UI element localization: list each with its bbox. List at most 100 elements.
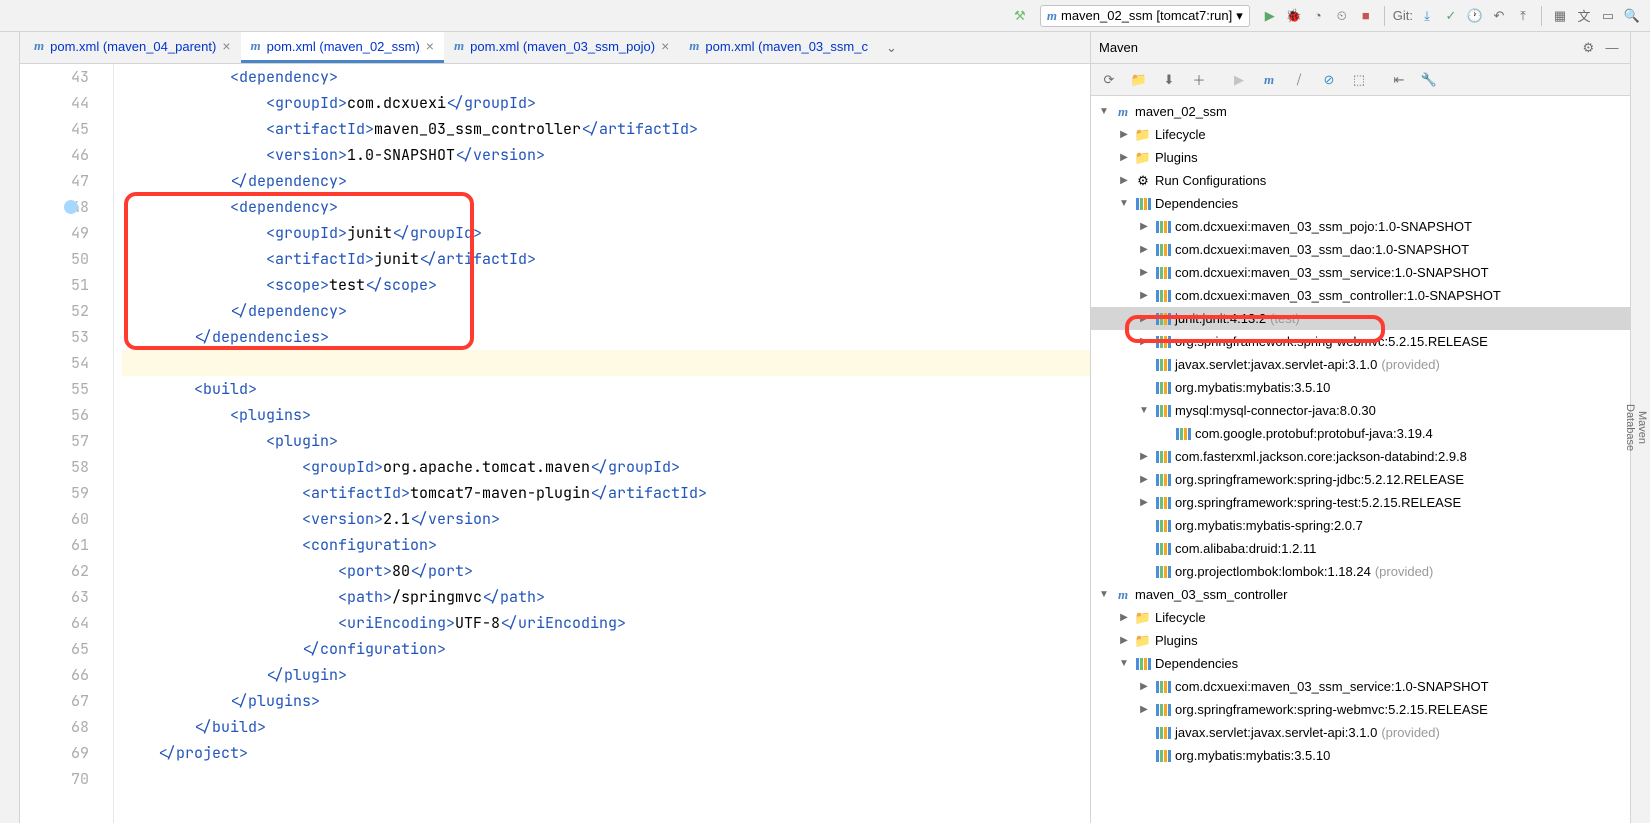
code-line[interactable]: <groupId>org.apache.tomcat.maven</groupI… [122,454,1090,480]
code-line[interactable]: <artifactId>maven_03_ssm_controller</art… [122,116,1090,142]
git-pull-icon[interactable]: ⤓ [1417,6,1437,26]
chevron-right-icon[interactable]: ▶ [1137,451,1151,462]
chevron-right-icon[interactable]: ▶ [1137,221,1151,232]
code-line[interactable]: <groupId>com.dcxuexi</groupId> [122,90,1090,116]
structure-icon[interactable]: ▦ [1550,6,1570,26]
code-line[interactable]: </project> [122,740,1090,766]
maven-tree-row[interactable]: ▼mmaven_03_ssm_controller [1091,583,1630,606]
close-tab-icon[interactable]: × [661,38,669,54]
code-line[interactable]: </dependencies> [122,324,1090,350]
add-icon[interactable]: ＋ [1189,70,1209,90]
coverage-icon[interactable]: ◔ [1308,6,1328,26]
chevron-right-icon[interactable]: ▶ [1137,497,1151,508]
chevron-right-icon[interactable]: ▶ [1137,244,1151,255]
maven-tree-row[interactable]: ▼Dependencies [1091,652,1630,675]
run-maven-icon[interactable]: ▶ [1229,70,1249,90]
code-line[interactable]: <build> [122,376,1090,402]
maven-settings-icon[interactable]: 🔧 [1419,70,1439,90]
code-line[interactable]: <plugin> [122,428,1090,454]
maven-tree-row[interactable]: ▶com.fasterxml.jackson.core:jackson-data… [1091,445,1630,468]
chevron-right-icon[interactable]: ▶ [1137,474,1151,485]
maven-tree-row[interactable]: org.mybatis:mybatis-spring:2.0.7 [1091,514,1630,537]
maven-tree-row[interactable]: ▶junit:junit:4.13.2 (test) [1091,307,1630,330]
maven-tree-row[interactable]: org.mybatis:mybatis:3.5.10 [1091,376,1630,399]
maven-tree-row[interactable]: ▼mysql:mysql-connector-java:8.0.30 [1091,399,1630,422]
search-icon[interactable]: 🔍 [1622,6,1642,26]
download-sources-icon[interactable]: ⬇ [1159,70,1179,90]
code-line[interactable]: <path>/springmvc</path> [122,584,1090,610]
tabs-overflow-icon[interactable]: ⌄ [878,32,905,63]
maven-tree-row[interactable]: ▶📁Lifecycle [1091,606,1630,629]
right-tool-strip[interactable]: MavenDatabase [1630,32,1650,823]
code-line[interactable]: </configuration> [122,636,1090,662]
maven-tree-row[interactable]: ▶org.springframework:spring-webmvc:5.2.1… [1091,698,1630,721]
maven-tree[interactable]: ▼mmaven_02_ssm▶📁Lifecycle▶📁Plugins▶⚙Run … [1091,96,1630,823]
hammer-icon[interactable]: ⚒ [1010,6,1030,26]
editor-tab[interactable]: mpom.xml (maven_02_ssm)× [241,32,444,63]
code-line[interactable]: <uriEncoding>UTF-8</uriEncoding> [122,610,1090,636]
chevron-right-icon[interactable]: ▶ [1137,681,1151,692]
code-area[interactable]: 4344454647484950515253545556575859606162… [20,64,1090,823]
generate-sources-icon[interactable]: 📁 [1129,70,1149,90]
maven-tree-row[interactable]: ▶⚙Run Configurations [1091,169,1630,192]
code-line[interactable]: <artifactId>junit</artifactId> [122,246,1090,272]
reload-icon[interactable]: ⟳ [1099,70,1119,90]
show-dependencies-icon[interactable]: ⬚ [1349,70,1369,90]
chevron-right-icon[interactable]: ▶ [1137,704,1151,715]
maven-tree-row[interactable]: ▶org.springframework:spring-jdbc:5.2.12.… [1091,468,1630,491]
minimize-icon[interactable]: — [1602,37,1622,57]
maven-tree-row[interactable]: com.google.protobuf:protobuf-java:3.19.4 [1091,422,1630,445]
chevron-down-icon[interactable]: ▼ [1117,198,1131,209]
code-line[interactable]: <dependency> [122,64,1090,90]
maven-tree-row[interactable]: ▶org.springframework:spring-webmvc:5.2.1… [1091,330,1630,353]
maven-tree-row[interactable]: ▼Dependencies [1091,192,1630,215]
git-rollback-icon[interactable]: ↶ [1489,6,1509,26]
run-config-selector[interactable]: m maven_02_ssm [tomcat7:run] ▾ [1040,5,1250,27]
code-line[interactable]: </dependency> [122,298,1090,324]
close-tab-icon[interactable]: × [426,38,434,54]
editor-tab[interactable]: mpom.xml (maven_03_ssm_c [679,32,878,63]
code-line[interactable] [122,350,1090,376]
profile-icon[interactable]: ⏲ [1332,6,1352,26]
chevron-down-icon[interactable]: ▼ [1097,106,1111,117]
code-line[interactable]: </plugin> [122,662,1090,688]
maven-tree-row[interactable]: javax.servlet:javax.servlet-api:3.1.0 (p… [1091,353,1630,376]
run-icon[interactable]: ▶ [1260,6,1280,26]
chevron-right-icon[interactable]: ▶ [1137,336,1151,347]
code-line[interactable]: <port>80</port> [122,558,1090,584]
presentation-icon[interactable]: ▭ [1598,6,1618,26]
code-line[interactable] [122,766,1090,792]
maven-tree-row[interactable]: ▶com.dcxuexi:maven_03_ssm_service:1.0-SN… [1091,261,1630,284]
tool-window-tab[interactable]: Maven [1636,42,1648,813]
chevron-down-icon[interactable]: ▼ [1097,589,1111,600]
execute-goal-icon[interactable]: m [1259,70,1279,90]
close-tab-icon[interactable]: × [222,38,230,54]
maven-tree-row[interactable]: ▶org.springframework:spring-test:5.2.15.… [1091,491,1630,514]
maven-tree-row[interactable]: ▶📁Plugins [1091,629,1630,652]
maven-tree-row[interactable]: org.mybatis:mybatis:3.5.10 [1091,744,1630,767]
code-line[interactable]: </build> [122,714,1090,740]
translate-icon[interactable]: 文 [1574,6,1594,26]
code-line[interactable]: <groupId>junit</groupId> [122,220,1090,246]
code-line[interactable]: <version>1.0-SNAPSHOT</version> [122,142,1090,168]
code-line[interactable]: <dependency> [122,194,1090,220]
chevron-right-icon[interactable]: ▶ [1117,635,1131,646]
maven-tree-row[interactable]: ▶com.dcxuexi:maven_03_ssm_controller:1.0… [1091,284,1630,307]
code-line[interactable]: <artifactId>tomcat7-maven-plugin</artifa… [122,480,1090,506]
stop-icon[interactable]: ■ [1356,6,1376,26]
toggle-skip-tests-icon[interactable]: ⊘ [1319,70,1339,90]
code-line[interactable]: <plugins> [122,402,1090,428]
code-line[interactable]: </dependency> [122,168,1090,194]
git-history-icon[interactable]: 🕐 [1465,6,1485,26]
maven-tree-row[interactable]: ▶📁Plugins [1091,146,1630,169]
chevron-down-icon[interactable]: ▼ [1137,405,1151,416]
toggle-offline-icon[interactable]: ⧸ [1289,70,1309,90]
chevron-right-icon[interactable]: ▶ [1117,175,1131,186]
maven-tree-row[interactable]: ▶com.dcxuexi:maven_03_ssm_dao:1.0-SNAPSH… [1091,238,1630,261]
maven-tree-row[interactable]: com.alibaba:druid:1.2.11 [1091,537,1630,560]
maven-tree-row[interactable]: javax.servlet:javax.servlet-api:3.1.0 (p… [1091,721,1630,744]
chevron-right-icon[interactable]: ▶ [1117,129,1131,140]
maven-tree-row[interactable]: ▶com.dcxuexi:maven_03_ssm_pojo:1.0-SNAPS… [1091,215,1630,238]
code-line[interactable]: <version>2.1</version> [122,506,1090,532]
settings-icon[interactable]: ⚙ [1578,38,1598,58]
